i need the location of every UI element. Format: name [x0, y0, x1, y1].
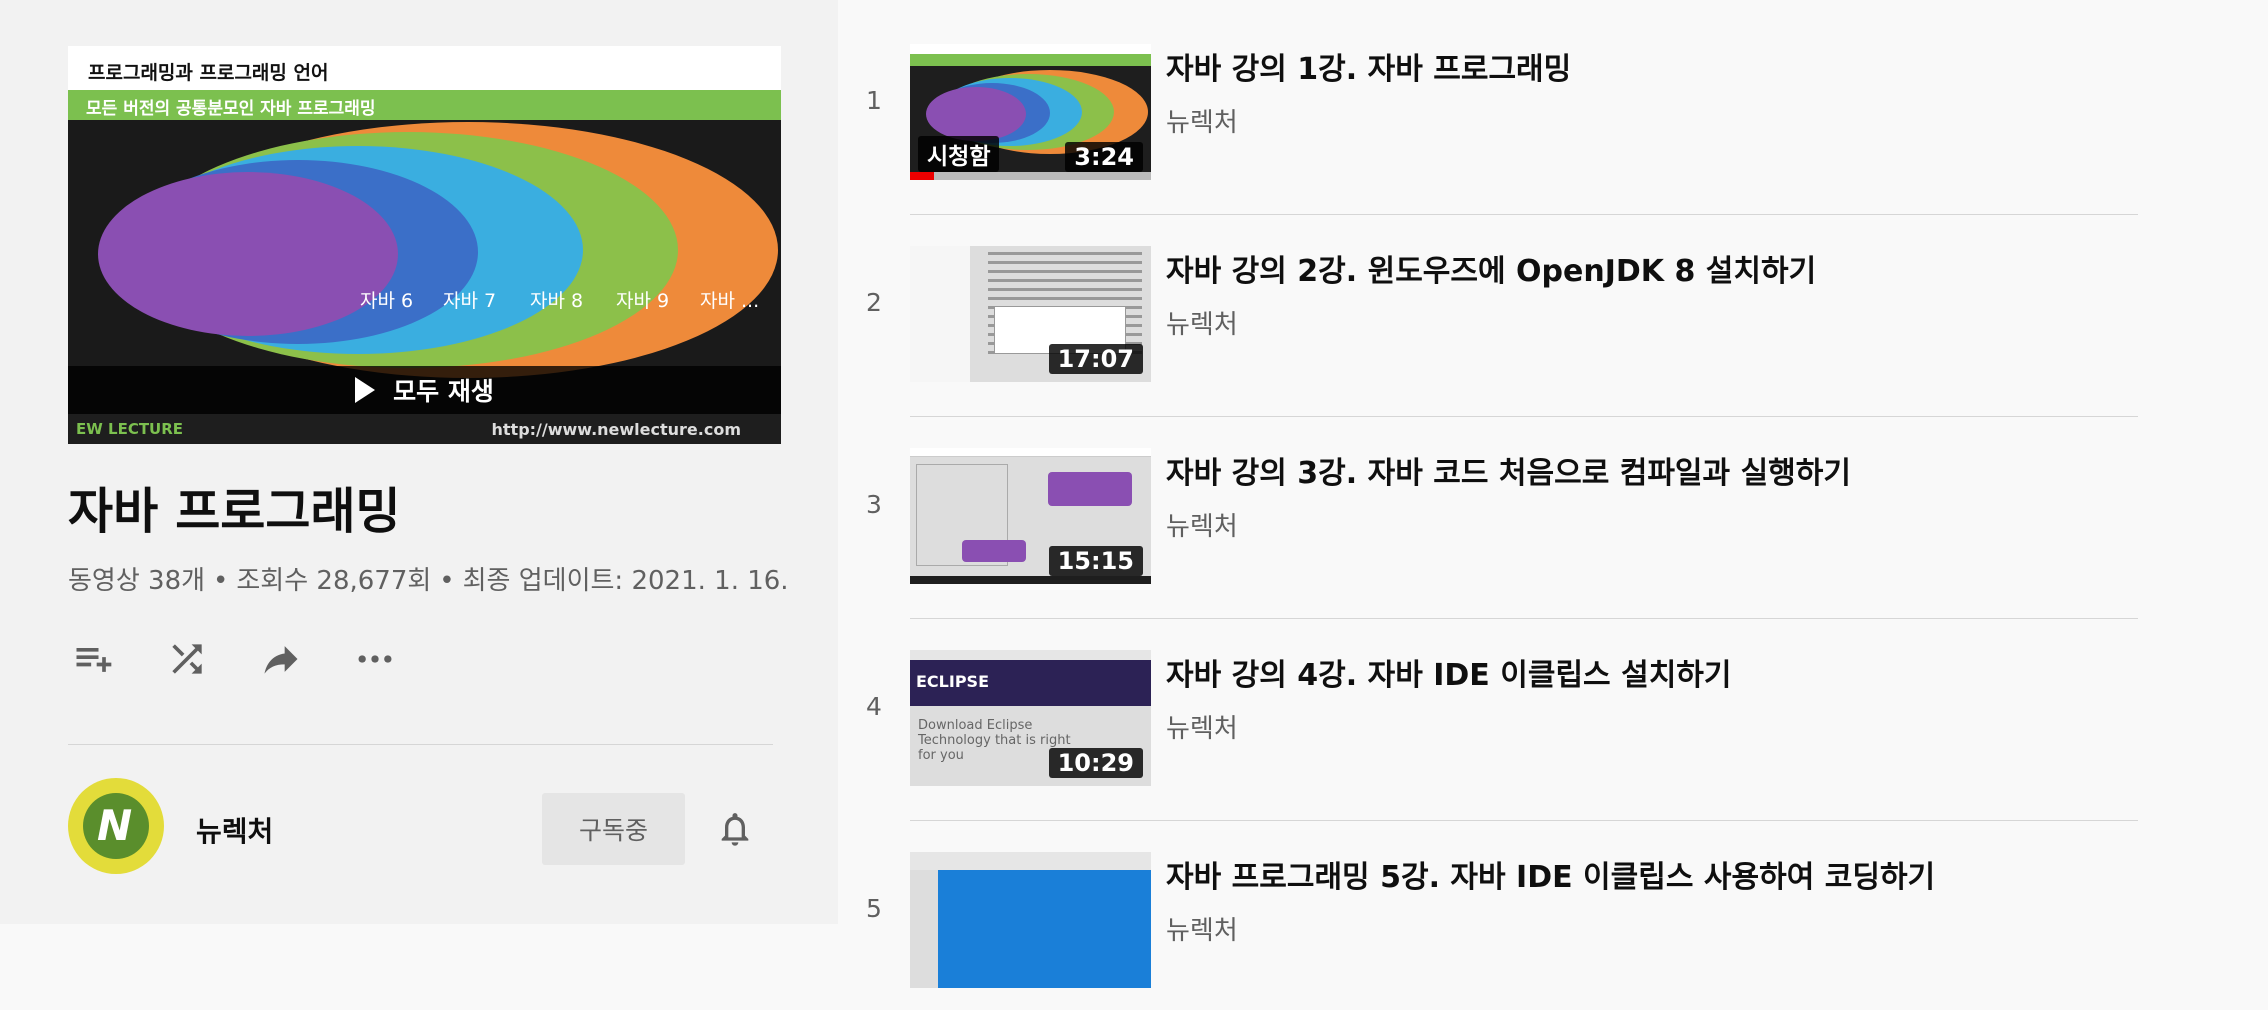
thumb-sidebar [910, 246, 971, 382]
video-thumbnail[interactable]: 17:07 [910, 246, 1151, 382]
notification-bell-button[interactable] [710, 804, 760, 854]
thumb-footer [910, 576, 1151, 584]
thumb-ide-toolbar [910, 852, 1151, 870]
ellipse-label: 자바 9 [616, 290, 669, 312]
thumb-header [910, 44, 1151, 54]
shuffle-button[interactable] [162, 634, 212, 684]
playlist-video-list: 1 시청함 3:24 자바 강의 1강. 자바 프로그래밍 뉴렉처 2 17:0… [838, 0, 2268, 988]
video-thumbnail[interactable]: 15:15 [910, 448, 1151, 584]
more-button[interactable] [350, 634, 400, 684]
duration-badge: 10:29 [1048, 748, 1143, 778]
channel-name[interactable]: 뉴렉처 [196, 810, 273, 850]
slide-brand: EW LECTURE [76, 420, 184, 438]
video-channel[interactable]: 뉴렉처 [1166, 506, 1238, 543]
more-icon [358, 655, 392, 663]
video-thumbnail[interactable]: 시청함 3:24 [910, 44, 1151, 180]
slide-title: 프로그래밍과 프로그래밍 언어 [88, 62, 329, 84]
ellipse-label: 자바 8 [530, 290, 583, 312]
add-to-queue-icon [76, 648, 112, 672]
video-channel[interactable]: 뉴렉처 [1166, 910, 1238, 947]
playlist-actions [68, 634, 400, 684]
video-channel[interactable]: 뉴렉처 [1166, 102, 1238, 139]
eclipse-logo: ECLIPSE [916, 672, 989, 691]
playlist-title[interactable]: 자바 프로그래밍 [68, 472, 401, 543]
playlist-thumbnail[interactable]: 프로그래밍과 프로그래밍 언어 모든 버전의 공통분모인 자바 프로그래밍 자바… [68, 46, 781, 444]
watch-progress-bar [910, 172, 1151, 180]
video-title[interactable]: 자바 프로그래밍 5강. 자바 IDE 이클립스 사용하여 코딩하기 [1166, 852, 1935, 896]
slide-subtitle-bar: 모든 버전의 공통분모인 자바 프로그래밍 [68, 90, 781, 120]
slide-subtitle: 모든 버전의 공통분모인 자바 프로그래밍 [86, 99, 376, 119]
bell-icon [721, 813, 749, 846]
watch-progress-fill [910, 172, 935, 180]
playlist-video-item[interactable]: 1 시청함 3:24 자바 강의 1강. 자바 프로그래밍 뉴렉처 [838, 0, 2138, 215]
playlist-header-panel: 프로그래밍과 프로그래밍 언어 모든 버전의 공통분모인 자바 프로그래밍 자바… [0, 0, 838, 924]
thumb-green-bar [910, 54, 1151, 66]
thumb-callout [962, 540, 1026, 562]
last-updated: 최종 업데이트: 2021. 1. 16. [462, 566, 789, 596]
thumb-ide-editor [938, 870, 1151, 988]
thumb-browser-bar [910, 650, 1151, 660]
ellipse-label: 자바 7 [443, 290, 496, 312]
stats-separator: • [439, 566, 455, 596]
play-all-label: 모두 재생 [393, 377, 494, 406]
video-title[interactable]: 자바 강의 3강. 자바 코드 처음으로 컴파일과 실행하기 [1166, 448, 1851, 492]
play-icon [355, 377, 376, 403]
video-title[interactable]: 자바 강의 2강. 윈도우즈에 OpenJDK 8 설치하기 [1166, 246, 1816, 290]
playlist-stats: 동영상 38개 • 조회수 28,677회 • 최종 업데이트: 2021. 1. 16… [68, 560, 789, 597]
add-to-queue-button[interactable] [68, 634, 118, 684]
video-index: 5 [866, 894, 882, 923]
view-count: 조회수 28,677회 [236, 566, 432, 596]
share-icon [264, 646, 298, 674]
thumb-eclipse-banner: ECLIPSE [910, 660, 1151, 706]
divider [68, 744, 773, 745]
playlist-video-item[interactable]: 3 15:15 자바 강의 3강. 자바 코드 처음으로 컴파일과 실행하기 뉴… [838, 404, 2138, 619]
duration-badge: 17:07 [1048, 344, 1143, 374]
ellipse-java-6 [98, 172, 398, 336]
ellipse-label: 자바 6 [360, 290, 413, 312]
slide-title-bar: 프로그래밍과 프로그래밍 언어 [68, 46, 781, 90]
video-thumbnail[interactable] [910, 852, 1151, 988]
stats-separator: • [213, 566, 229, 596]
slide-footer: EW LECTURE http://www.newlecture.com [68, 414, 781, 444]
playlist-video-item[interactable]: 2 17:07 자바 강의 2강. 윈도우즈에 OpenJDK 8 설치하기 뉴… [838, 202, 2138, 417]
video-index: 3 [866, 490, 882, 519]
playlist-video-item[interactable]: 4 ECLIPSE Download Eclipse Technology th… [838, 606, 2138, 821]
slide-url: http://www.newlecture.com [491, 420, 741, 439]
video-thumbnail[interactable]: ECLIPSE Download Eclipse Technology that… [910, 650, 1151, 786]
video-title[interactable]: 자바 강의 4강. 자바 IDE 이클립스 설치하기 [1166, 650, 1732, 694]
video-index: 4 [866, 692, 882, 721]
channel-avatar[interactable]: N [68, 778, 164, 874]
video-channel[interactable]: 뉴렉처 [1166, 708, 1238, 745]
thumb-header [910, 448, 1151, 457]
duration-badge: 15:15 [1048, 546, 1143, 576]
video-index: 1 [866, 86, 882, 115]
channel-logo-letter: N [97, 801, 133, 850]
thumb-callout [1048, 472, 1132, 506]
watched-badge: 시청함 [918, 136, 1000, 172]
playlist-video-item[interactable]: 5 자바 프로그래밍 5강. 자바 IDE 이클립스 사용하여 코딩하기 뉴렉처 [838, 808, 2138, 1010]
shuffle-icon [172, 644, 202, 674]
duration-badge: 3:24 [1065, 142, 1143, 172]
channel-logo: N [83, 793, 149, 859]
ellipse-label: 자바 ... [700, 290, 759, 312]
share-button[interactable] [256, 634, 306, 684]
video-title[interactable]: 자바 강의 1강. 자바 프로그래밍 [1166, 44, 1571, 88]
play-all-button[interactable]: 모두 재생 [68, 366, 781, 414]
subscribed-button[interactable]: 구독중 [542, 793, 685, 865]
video-count: 동영상 38개 [68, 566, 206, 596]
video-channel[interactable]: 뉴렉처 [1166, 304, 1238, 341]
video-index: 2 [866, 288, 882, 317]
